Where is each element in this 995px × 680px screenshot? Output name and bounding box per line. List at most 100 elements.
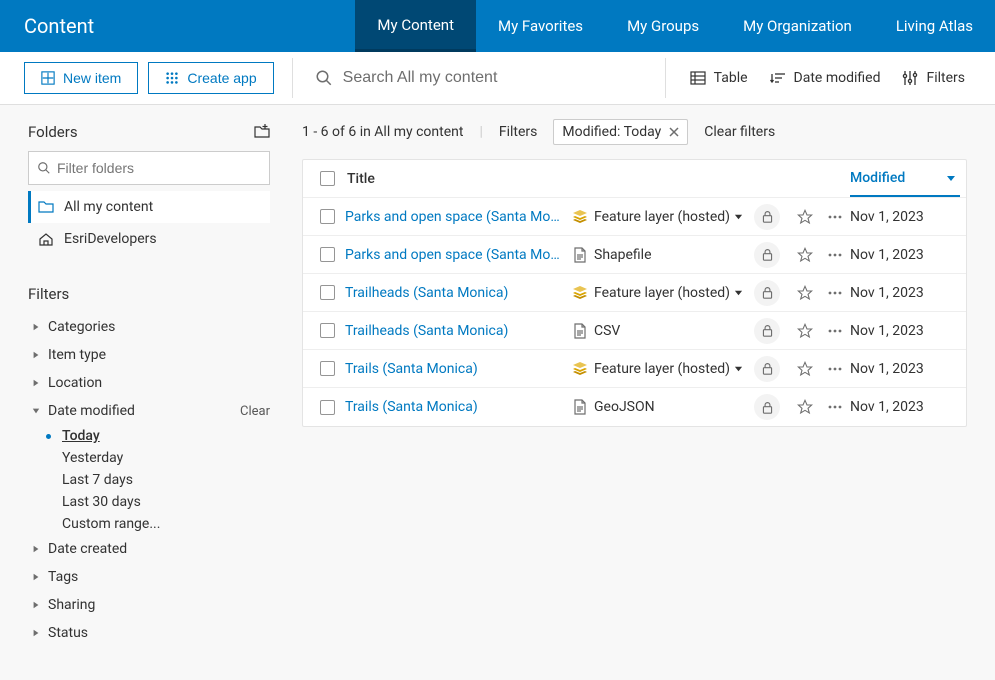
facet[interactable]: Categories <box>28 313 270 341</box>
item-type: CSV <box>594 323 744 339</box>
modified-date: Nov 1, 2023 <box>850 247 960 263</box>
favorite-button[interactable] <box>790 361 820 377</box>
favorite-button[interactable] <box>790 323 820 339</box>
folder-filter-input[interactable] <box>57 160 261 176</box>
facet[interactable]: Tags <box>28 563 270 591</box>
view-mode-button[interactable]: Table <box>684 62 754 94</box>
facet-option[interactable]: Today <box>62 425 270 447</box>
col-modified[interactable]: Modified <box>850 160 960 197</box>
item-type[interactable]: Feature layer (hosted) <box>594 285 744 301</box>
sidebar: Folders All my contentEsriDevelopers Fil… <box>0 105 282 680</box>
chevron-right-icon <box>28 323 44 331</box>
item-type[interactable]: Feature layer (hosted) <box>594 361 744 377</box>
facet[interactable]: Date created <box>28 535 270 563</box>
table-row: Trailheads (Santa Monica) Feature layer (… <box>303 274 966 312</box>
clear-filters-link[interactable]: Clear filters <box>704 124 775 140</box>
sort-button[interactable]: Date modified <box>764 62 887 94</box>
search-input[interactable] <box>343 69 643 87</box>
facet[interactable]: Item type <box>28 341 270 369</box>
item-title-link[interactable]: Trails (Santa Monica) <box>345 399 566 415</box>
item-title-link[interactable]: Parks and open space (Santa Monica) <box>345 209 566 225</box>
favorite-button[interactable] <box>790 247 820 263</box>
table-row: Trails (Santa Monica) Feature layer (host… <box>303 350 966 388</box>
filters-button[interactable]: Filters <box>896 62 971 94</box>
item-title-link[interactable]: Trailheads (Santa Monica) <box>345 285 566 301</box>
file-icon <box>566 323 594 339</box>
facet-option-label: Last 30 days <box>62 494 141 510</box>
facet[interactable]: Sharing <box>28 591 270 619</box>
more-button[interactable] <box>820 247 850 263</box>
facet-option[interactable]: Custom range... <box>62 513 270 535</box>
caret-down-icon <box>734 364 743 373</box>
privacy-badge[interactable] <box>754 280 780 306</box>
favorite-button[interactable] <box>790 209 820 225</box>
privacy-badge[interactable] <box>754 242 780 268</box>
facet-option[interactable]: Last 7 days <box>62 469 270 491</box>
facet[interactable]: Status <box>28 619 270 647</box>
facet-option[interactable]: Last 30 days <box>62 491 270 513</box>
folder-item[interactable]: EsriDevelopers <box>28 223 270 255</box>
favorite-button[interactable] <box>790 285 820 301</box>
topbar-tab[interactable]: My Favorites <box>476 0 605 52</box>
facet[interactable]: Date modifiedClear <box>28 397 270 425</box>
col-title[interactable]: Title <box>345 171 566 187</box>
facet-option-label: Yesterday <box>62 450 123 466</box>
create-app-button[interactable]: Create app <box>148 62 273 94</box>
row-checkbox[interactable] <box>320 285 335 300</box>
more-button[interactable] <box>820 323 850 339</box>
facet-clear[interactable]: Clear <box>240 404 270 419</box>
item-type: Shapefile <box>594 247 744 263</box>
privacy-badge[interactable] <box>754 356 780 382</box>
favorite-button[interactable] <box>790 399 820 415</box>
app-title: Content <box>0 0 124 52</box>
row-checkbox[interactable] <box>320 209 335 224</box>
close-icon[interactable] <box>669 127 679 137</box>
active-filter-chip: Modified: Today <box>553 119 688 145</box>
facet-label: Categories <box>48 319 270 335</box>
row-checkbox[interactable] <box>320 400 335 415</box>
new-item-button[interactable]: New item <box>24 62 138 94</box>
folder-item[interactable]: All my content <box>28 191 270 223</box>
file-icon <box>566 399 594 415</box>
view-mode-label: Table <box>714 70 748 86</box>
new-item-label: New item <box>63 70 121 86</box>
item-title-link[interactable]: Trails (Santa Monica) <box>345 361 566 377</box>
folder-filter <box>28 151 270 185</box>
main: Folders All my contentEsriDevelopers Fil… <box>0 105 995 680</box>
filters-link[interactable]: Filters <box>499 124 538 140</box>
filters-title: Filters <box>28 285 270 303</box>
chevron-right-icon <box>28 573 44 581</box>
modified-date: Nov 1, 2023 <box>850 285 960 301</box>
select-all-checkbox[interactable] <box>320 171 335 186</box>
topbar-tab[interactable]: My Organization <box>721 0 874 52</box>
privacy-badge[interactable] <box>754 394 780 420</box>
topbar-tab[interactable]: Living Atlas <box>874 0 995 52</box>
privacy-badge[interactable] <box>754 204 780 230</box>
facet-option-label: Custom range... <box>62 516 160 532</box>
home-icon <box>38 231 54 247</box>
modified-date: Nov 1, 2023 <box>850 323 960 339</box>
facet[interactable]: Location <box>28 369 270 397</box>
row-checkbox[interactable] <box>320 361 335 376</box>
caret-down-icon <box>734 212 743 221</box>
more-button[interactable] <box>820 399 850 415</box>
row-checkbox[interactable] <box>320 323 335 338</box>
item-type[interactable]: Feature layer (hosted) <box>594 209 744 225</box>
filters-button-label: Filters <box>926 70 965 86</box>
item-title-link[interactable]: Trailheads (Santa Monica) <box>345 323 566 339</box>
chevron-right-icon <box>28 545 44 553</box>
topbar-tab[interactable]: My Groups <box>605 0 721 52</box>
more-button[interactable] <box>820 285 850 301</box>
more-button[interactable] <box>820 361 850 377</box>
folder-label: All my content <box>64 199 153 215</box>
search-icon <box>37 161 51 175</box>
topbar-tab[interactable]: My Content <box>355 0 476 52</box>
file-icon <box>566 247 594 263</box>
row-checkbox[interactable] <box>320 247 335 262</box>
new-folder-icon[interactable] <box>254 124 270 140</box>
more-button[interactable] <box>820 209 850 225</box>
item-title-link[interactable]: Parks and open space (Santa Monica) <box>345 247 566 263</box>
privacy-badge[interactable] <box>754 318 780 344</box>
facet-option[interactable]: Yesterday <box>62 447 270 469</box>
apps-icon <box>165 71 179 85</box>
